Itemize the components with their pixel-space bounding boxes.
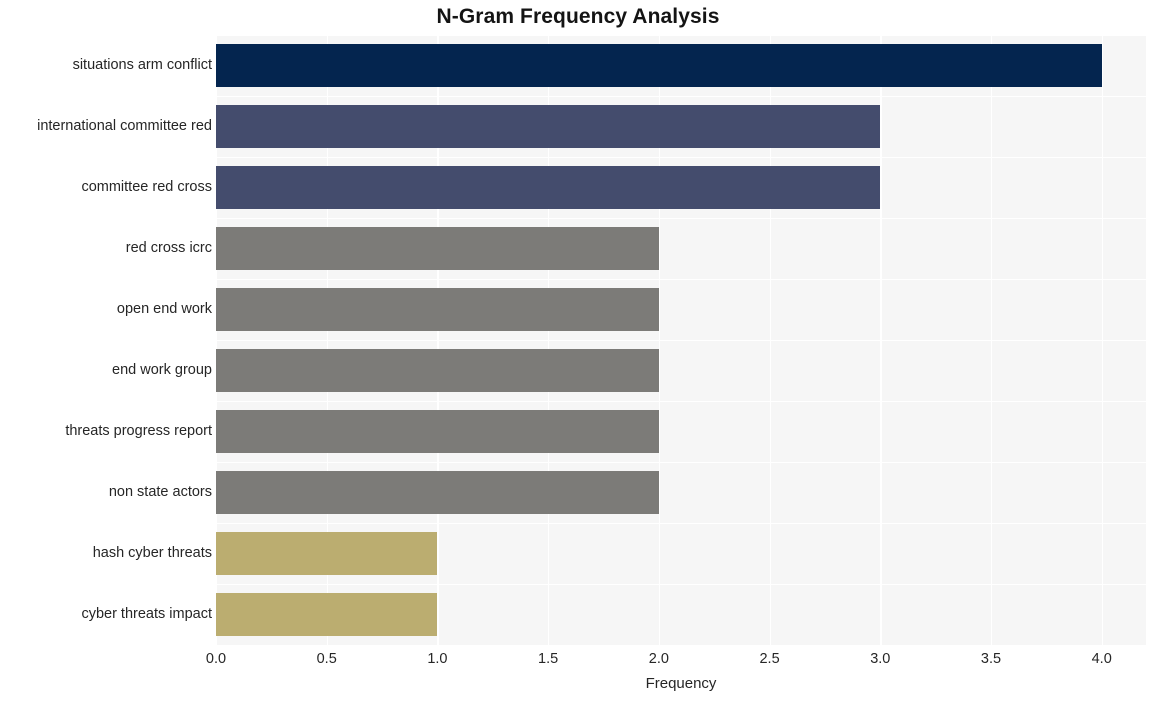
x-axis-tick-label: 0.5 xyxy=(316,651,337,667)
y-axis-tick-label: cyber threats impact xyxy=(81,605,212,622)
x-axis-tick-label: 3.5 xyxy=(980,651,1002,667)
y-axis-tick-label: committee red cross xyxy=(81,178,212,195)
x-axis-tick-label: 4.0 xyxy=(1091,651,1112,667)
bar[interactable] xyxy=(216,226,659,271)
bar[interactable] xyxy=(216,409,659,454)
bar[interactable] xyxy=(216,531,438,576)
x-axis-title: Frequency xyxy=(645,675,717,692)
bar[interactable] xyxy=(216,104,881,149)
bar[interactable] xyxy=(216,592,438,637)
x-axis-tick-label: 1.0 xyxy=(427,651,448,667)
y-axis-tick-label: hash cyber threats xyxy=(92,544,212,561)
bar[interactable] xyxy=(216,165,881,210)
chart-title: N-Gram Frequency Analysis xyxy=(436,5,720,28)
x-axis-tick-label: 2.5 xyxy=(759,651,780,667)
chart-figure: N-Gram Frequency Analysis situations arm… xyxy=(0,0,1156,701)
x-axis-tick-label: 3.0 xyxy=(870,651,891,667)
y-axis-tick-label: red cross icrc xyxy=(125,239,212,256)
y-axis-tick-label: situations arm conflict xyxy=(72,56,212,73)
y-axis-tick-label: threats progress report xyxy=(65,422,212,439)
bar[interactable] xyxy=(216,348,659,393)
plot-area xyxy=(216,35,1146,647)
bar[interactable] xyxy=(216,470,659,515)
bar[interactable] xyxy=(216,43,1102,88)
bars-layer xyxy=(216,35,1146,645)
x-axis-tick-label: 0.0 xyxy=(205,651,227,667)
bar[interactable] xyxy=(216,287,659,332)
y-axis-tick-label: end work group xyxy=(112,361,212,378)
y-axis-tick-label: open end work xyxy=(116,300,212,317)
y-axis-tick-label: international committee red xyxy=(37,117,212,134)
gridline-horizontal xyxy=(216,645,1146,647)
x-axis-tick-label: 2.0 xyxy=(648,651,669,667)
x-axis-tick-label: 1.5 xyxy=(538,651,559,667)
y-axis-tick-label: non state actors xyxy=(108,483,212,500)
